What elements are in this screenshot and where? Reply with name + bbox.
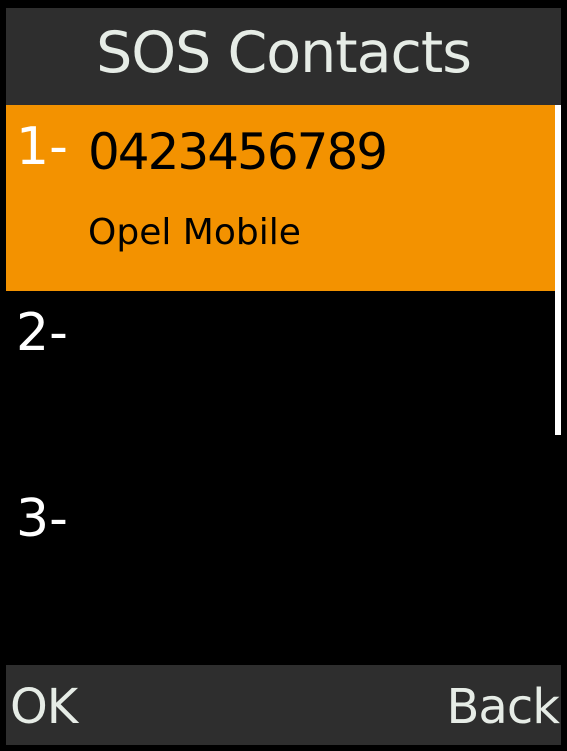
softkey-bar: OK Back bbox=[6, 665, 561, 745]
scrollbar[interactable] bbox=[555, 105, 561, 665]
contact-name: Opel Mobile bbox=[88, 212, 301, 253]
contact-phone-number: 0423456789 bbox=[88, 123, 388, 181]
page-title: SOS Contacts bbox=[96, 20, 472, 86]
back-softkey[interactable]: Back bbox=[446, 683, 560, 731]
slot-number: 3- bbox=[16, 489, 68, 549]
contact-list: 1- 0423456789 Opel Mobile 2- 3- bbox=[6, 105, 555, 665]
screen: SOS Contacts 1- 0423456789 Opel Mobile 2… bbox=[6, 8, 561, 745]
slot-number: 1- bbox=[16, 117, 68, 177]
slot-number: 2- bbox=[16, 303, 68, 363]
ok-softkey[interactable]: OK bbox=[10, 683, 78, 731]
contact-slot-1[interactable]: 1- 0423456789 Opel Mobile bbox=[6, 105, 555, 291]
contact-slot-2[interactable]: 2- bbox=[6, 291, 555, 477]
scrollbar-thumb[interactable] bbox=[555, 105, 561, 435]
title-bar: SOS Contacts bbox=[6, 8, 561, 105]
contact-slot-3[interactable]: 3- bbox=[6, 477, 555, 663]
